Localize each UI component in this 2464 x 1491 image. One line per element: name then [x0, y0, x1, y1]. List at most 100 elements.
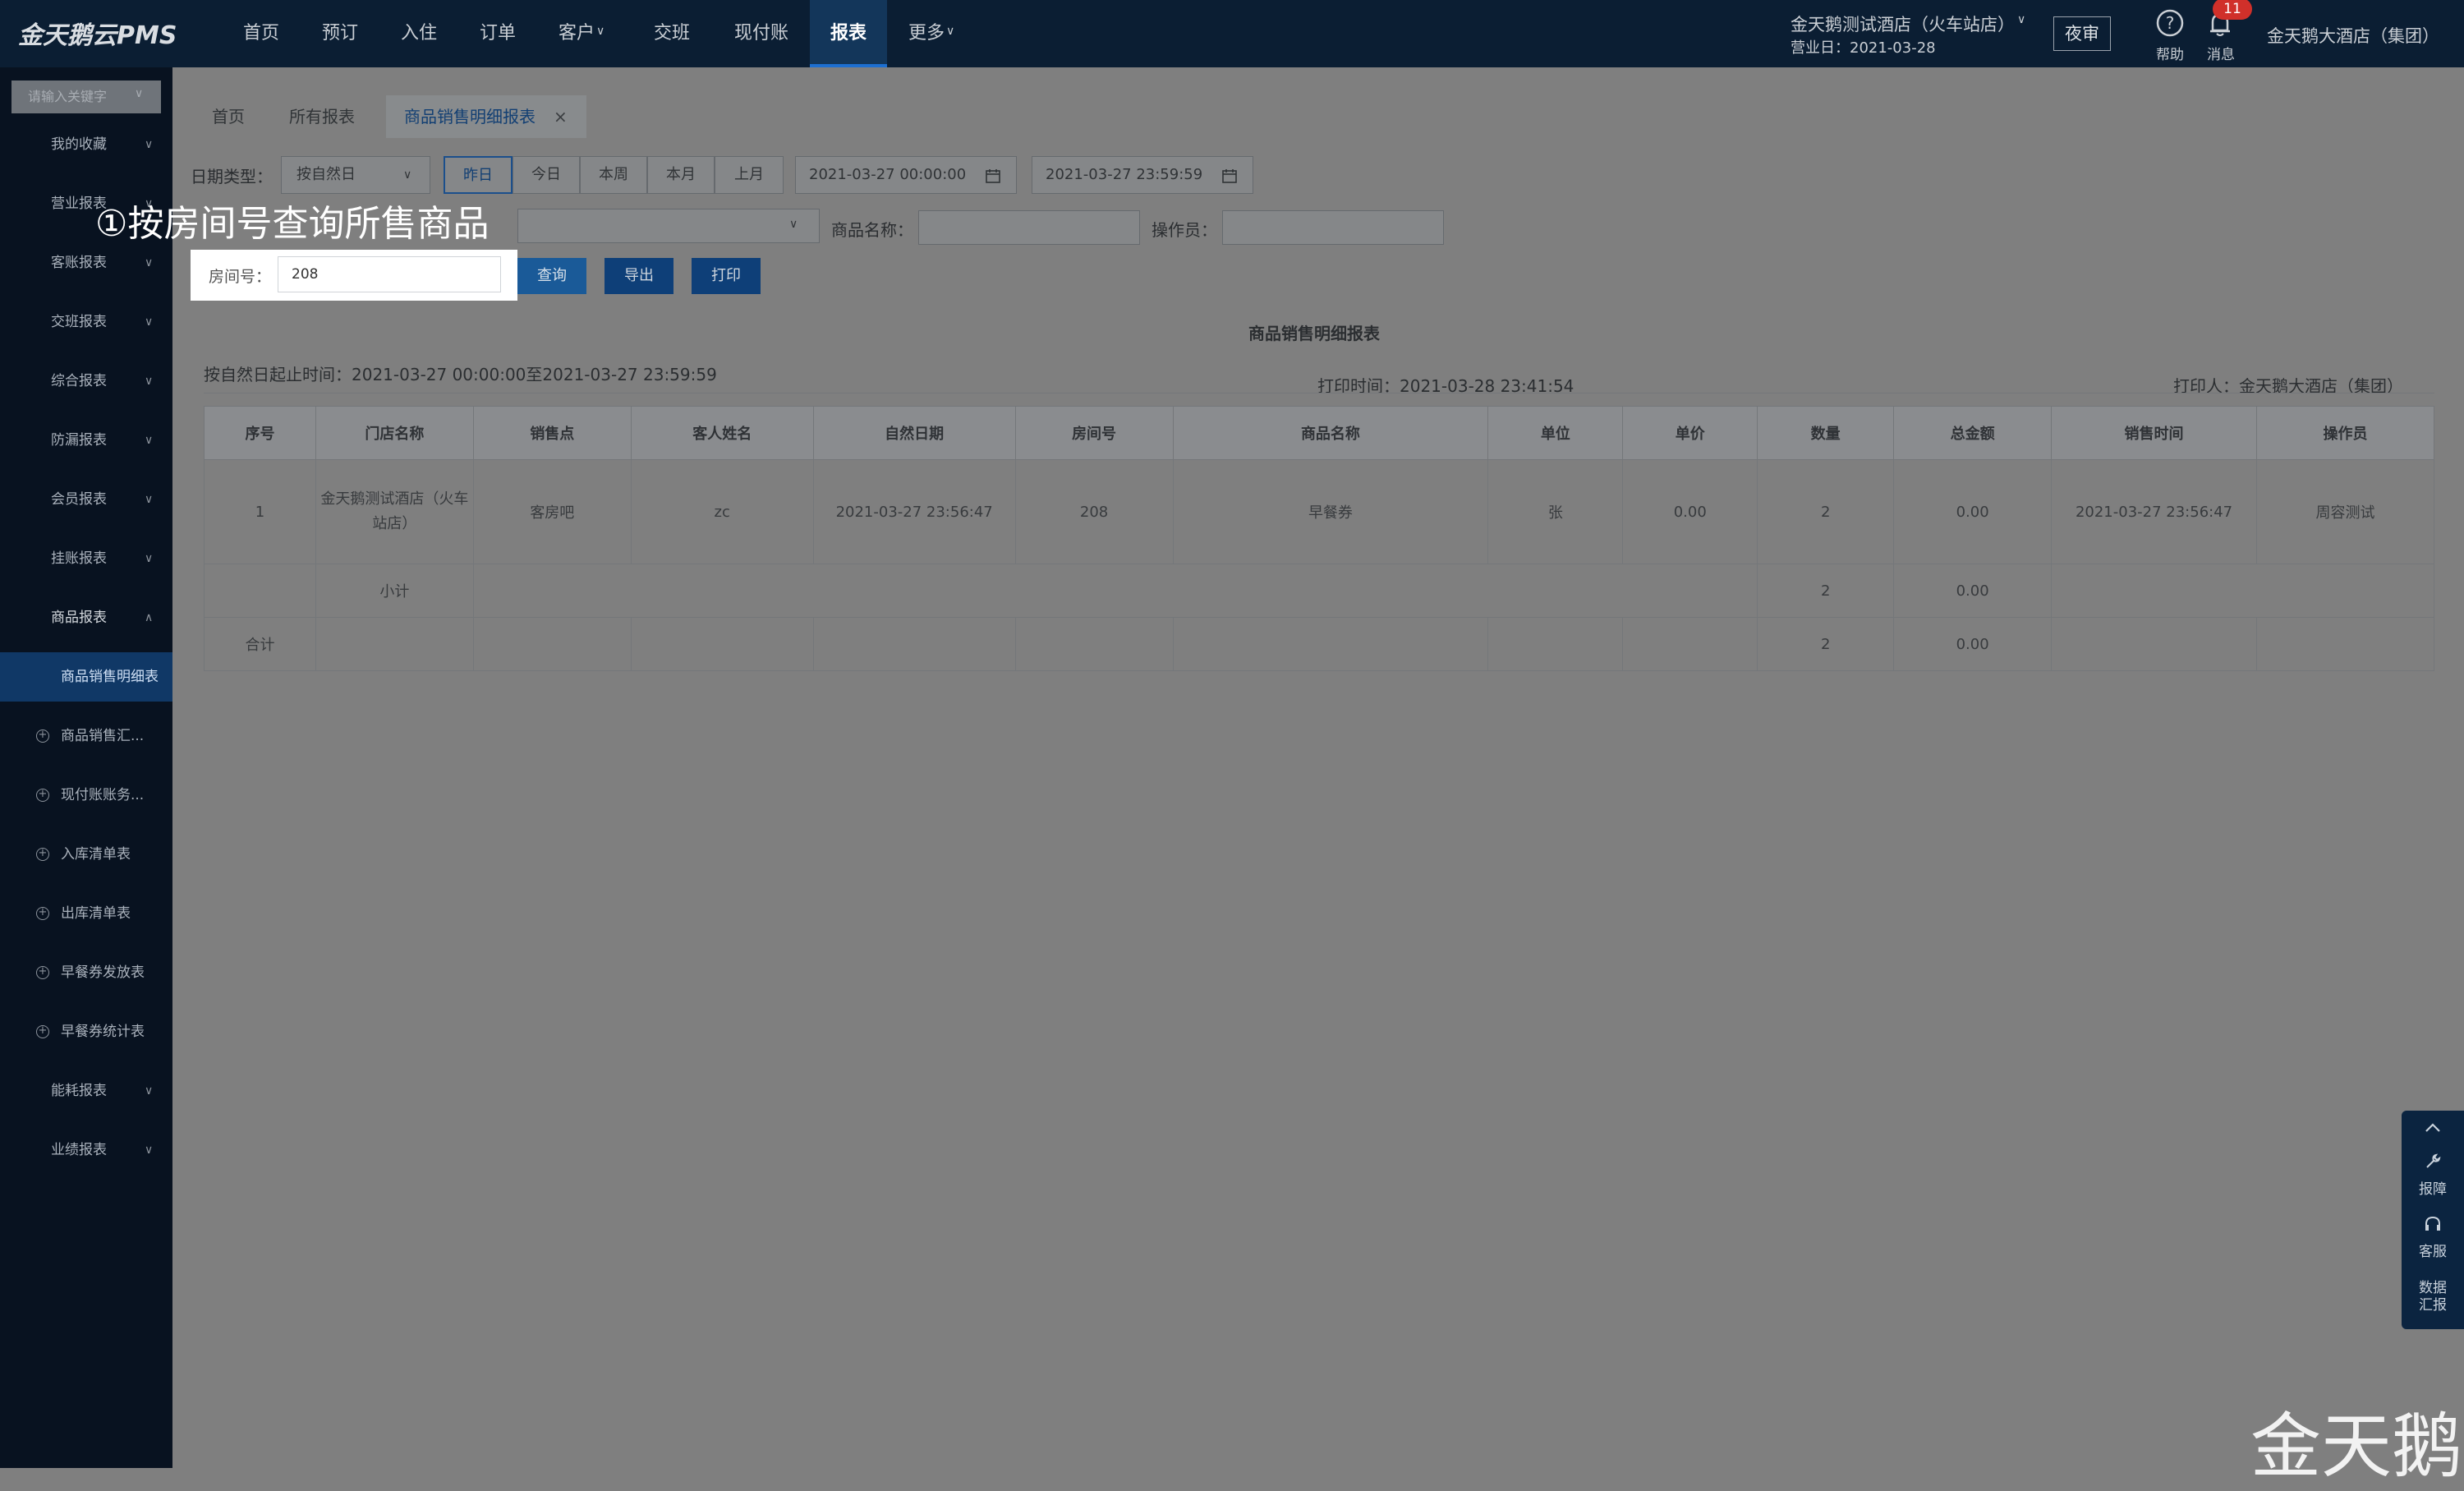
nav-cash-account[interactable]: 现付账	[734, 0, 788, 67]
sidebar-item-stock-out[interactable]: + 出库清单表	[0, 889, 172, 938]
sidebar-item-label: 我的收藏	[51, 136, 107, 153]
table-cell	[472, 564, 1758, 618]
chevron-down-icon: ∨	[789, 218, 798, 231]
room-number-input[interactable]: 208	[278, 256, 501, 292]
start-date-value: 2021-03-27 00:00:00	[809, 166, 967, 183]
column-header: 总金额	[1893, 406, 2053, 460]
table-cell	[1622, 617, 1758, 671]
total-row: 合计 2 0.00	[204, 617, 2435, 671]
sidebar-item-favorites[interactable]: 我的收藏 ∨	[0, 120, 172, 169]
table-header-row: 序号 门店名称 销售点 客人姓名 自然日期 房间号 商品名称 单位 单价 数量 …	[204, 406, 2435, 460]
nav-checkin[interactable]: 入住	[401, 0, 437, 67]
plus-circle-icon: +	[36, 729, 49, 743]
sales-detail-table: 序号 门店名称 销售点 客人姓名 自然日期 房间号 商品名称 单位 单价 数量 …	[204, 406, 2435, 671]
quick-date-today[interactable]: 今日	[513, 156, 580, 194]
product-name-input[interactable]	[918, 210, 1140, 245]
nav-orders[interactable]: 订单	[480, 0, 516, 67]
operator-label: 操作员：	[1152, 220, 1217, 240]
column-header: 单位	[1487, 406, 1624, 460]
column-header: 操作员	[2255, 406, 2435, 460]
chevron-down-icon: ∨	[145, 493, 154, 506]
report-issue-label[interactable]: 报障	[2402, 1181, 2464, 1199]
table-cell	[1172, 617, 1489, 671]
sidebar-item-stock-in[interactable]: + 入库清单表	[0, 830, 172, 879]
report-title: 商品销售明细报表	[1248, 324, 1380, 343]
tab-product-sales-detail[interactable]: 商品销售明细报表 ×	[386, 95, 586, 138]
customers-chevron-icon: ∨	[596, 25, 605, 38]
sidebar-item-general[interactable]: 综合报表 ∨	[0, 357, 172, 406]
close-icon[interactable]: ×	[554, 95, 568, 138]
chevron-down-icon: ∨	[145, 138, 154, 151]
table-cell: 208	[1014, 459, 1174, 564]
headset-icon[interactable]	[2423, 1214, 2443, 1234]
column-header: 房间号	[1014, 406, 1174, 460]
table-cell: 早餐券	[1172, 459, 1489, 564]
sidebar-item-product-sales-detail[interactable]: 商品销售明细表	[0, 652, 172, 702]
sidebar-item-label: 出库清单表	[61, 905, 131, 922]
chevron-up-icon: ∧	[145, 611, 154, 624]
sidebar-item-shift[interactable]: 交班报表 ∨	[0, 297, 172, 347]
tab-all-reports[interactable]: 所有报表	[271, 95, 373, 138]
sidebar-item-product-reports[interactable]: 商品报表 ∧	[0, 593, 172, 642]
nav-shift[interactable]: 交班	[654, 0, 690, 67]
export-button[interactable]: 导出	[605, 258, 673, 294]
sidebar-item-performance[interactable]: 业绩报表 ∨	[0, 1125, 172, 1175]
table-cell	[204, 564, 316, 618]
svg-text:?: ?	[2166, 13, 2175, 33]
sidebar-item-label: 早餐券发放表	[61, 964, 145, 981]
subtotal-row: 小计 2 0.00	[204, 564, 2434, 618]
sidebar-item-breakfast-stats[interactable]: + 早餐券统计表	[0, 1007, 172, 1056]
quick-date-this-month[interactable]: 本月	[647, 156, 715, 194]
date-type-select[interactable]: 按自然日 ∨	[281, 156, 430, 194]
total-label: 合计	[204, 617, 316, 671]
table-cell: 0.00	[1622, 459, 1758, 564]
subtotal-label: 小计	[315, 564, 474, 618]
quick-date-yesterday[interactable]: 昨日	[444, 156, 513, 194]
print-button[interactable]: 打印	[692, 258, 761, 294]
nav-reports[interactable]: 报表	[810, 0, 887, 67]
sidebar-item-label: 会员报表	[51, 491, 107, 508]
sidebar-item-credit[interactable]: 挂账报表 ∨	[0, 534, 172, 583]
messages-label: 消息	[2207, 47, 2235, 63]
data-report-label[interactable]: 数据 汇报	[2402, 1280, 2464, 1314]
table-cell: 1	[204, 459, 316, 564]
total-amount: 0.00	[1893, 617, 2053, 671]
column-header: 商品名称	[1172, 406, 1489, 460]
nav-more[interactable]: 更多	[908, 0, 945, 67]
sidebar-item-label: 商品销售汇...	[61, 728, 145, 744]
night-audit-button[interactable]: 夜审	[2053, 16, 2111, 51]
product-type-select[interactable]: ∨	[517, 209, 820, 243]
chevron-down-icon: ∨	[145, 434, 154, 447]
report-time-range: 按自然日起止时间：2021-03-27 00:00:00至2021-03-27 …	[204, 365, 717, 384]
table-cell: 张	[1487, 459, 1624, 564]
sidebar-item-energy[interactable]: 能耗报表 ∨	[0, 1066, 172, 1116]
app-logo[interactable]: 金天鹅云PMS	[18, 15, 177, 51]
customer-service-label[interactable]: 客服	[2402, 1244, 2464, 1261]
tab-home[interactable]: 首页	[194, 95, 263, 138]
user-menu[interactable]: 金天鹅大酒店（集团）	[2267, 23, 2439, 48]
table-cell: 0.00	[1893, 459, 2053, 564]
nav-booking[interactable]: 预订	[322, 0, 358, 67]
table-cell	[315, 617, 474, 671]
room-number-label: 房间号：	[209, 268, 272, 286]
end-date-value: 2021-03-27 23:59:59	[1046, 166, 1203, 183]
help-icon[interactable]: ?	[2155, 8, 2185, 38]
hotel-selector[interactable]: 金天鹅测试酒店（火车站店）	[1791, 12, 2015, 36]
nav-customers[interactable]: 客户	[559, 0, 595, 67]
nav-home[interactable]: 首页	[243, 0, 279, 67]
plus-circle-icon: +	[36, 966, 49, 979]
start-date-input[interactable]: 2021-03-27 00:00:00	[795, 156, 1017, 194]
chevron-up-icon[interactable]	[2423, 1119, 2443, 1135]
sidebar-item-breakfast-issue[interactable]: + 早餐券发放表	[0, 948, 172, 997]
sidebar-item-leak-prevention[interactable]: 防漏报表 ∨	[0, 416, 172, 465]
sidebar-item-product-sales-summary[interactable]: + 商品销售汇...	[0, 711, 172, 761]
wrench-icon[interactable]	[2423, 1152, 2443, 1171]
watermark: 金天鹅	[2250, 1406, 2462, 1488]
sidebar-item-cash-account[interactable]: + 现付账账务...	[0, 771, 172, 820]
quick-date-this-week[interactable]: 本周	[580, 156, 647, 194]
quick-date-last-month[interactable]: 上月	[715, 156, 784, 194]
query-button[interactable]: 查询	[517, 258, 586, 294]
end-date-input[interactable]: 2021-03-27 23:59:59	[1032, 156, 1253, 194]
operator-input[interactable]	[1222, 210, 1444, 245]
sidebar-item-member[interactable]: 会员报表 ∨	[0, 475, 172, 524]
